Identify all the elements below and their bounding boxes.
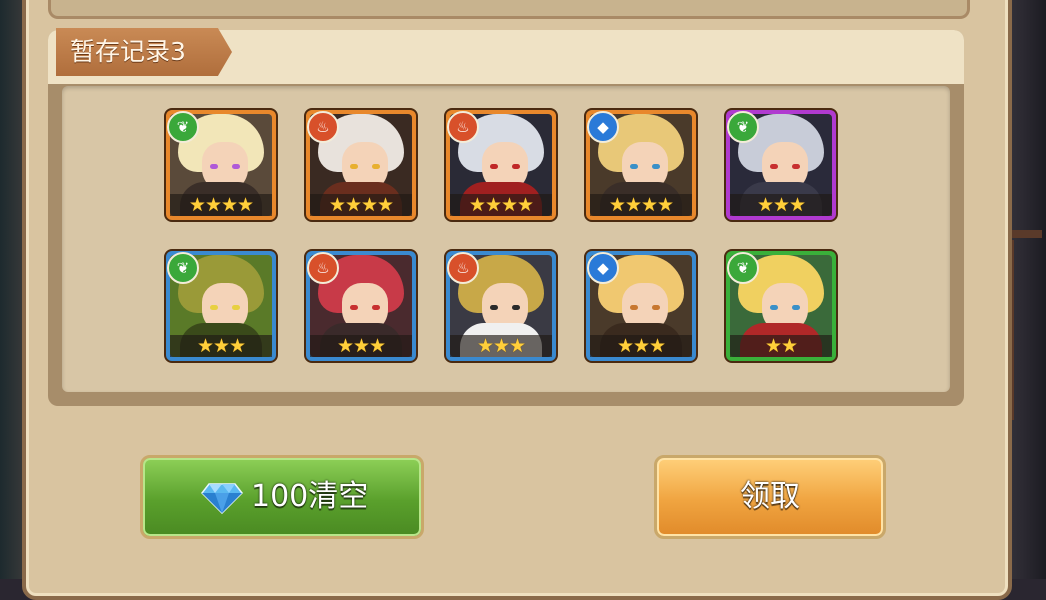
hero-star-rating: ★★★ xyxy=(590,335,692,357)
leaf-icon: ❦ xyxy=(727,252,759,284)
hero-card[interactable]: ♨ ★★★★ xyxy=(444,108,558,222)
hero-star-rating: ★★★★ xyxy=(170,194,272,216)
hero-card[interactable]: ◆ ★★★★ xyxy=(584,108,698,222)
hero-card[interactable]: ❦ ★★★ xyxy=(164,249,278,363)
claim-button-label: 领取 xyxy=(740,479,800,514)
hero-star-rating: ★★★★ xyxy=(450,194,552,216)
claim-button[interactable]: 领取 xyxy=(654,455,886,539)
hero-star-rating: ★★★ xyxy=(450,335,552,357)
hero-star-rating: ★★★★ xyxy=(310,194,412,216)
hero-card[interactable]: ❦ ★★ xyxy=(724,249,838,363)
hero-star-rating: ★★★ xyxy=(310,335,412,357)
leaf-icon: ❦ xyxy=(167,111,199,143)
water-drop-icon: ◆ xyxy=(587,111,619,143)
record-tag-label: 暂存记录3 xyxy=(70,37,186,66)
clear-button[interactable]: 100清空 xyxy=(140,455,424,539)
hero-card[interactable]: ♨ ★★★★ xyxy=(304,108,418,222)
flame-icon: ♨ xyxy=(447,111,479,143)
flame-icon: ♨ xyxy=(307,252,339,284)
hero-grid: ❦ ★★★★ ♨ ★★★★ ♨ ★★★★ ◆ ★★★★ ❦ ★★★ ❦ ★★★ ♨ ★★★ ♨ ★★★ ◆ ★★★… xyxy=(62,86,950,392)
clear-button-label: 100清空 xyxy=(251,479,369,514)
hero-card[interactable]: ♨ ★★★ xyxy=(444,249,558,363)
hero-card[interactable]: ❦ ★★★★ xyxy=(164,108,278,222)
hero-card[interactable]: ❦ ★★★ xyxy=(724,108,838,222)
record-section: ❦ ★★★★ ♨ ★★★★ ♨ ★★★★ ◆ ★★★★ ❦ ★★★ ❦ ★★★ ♨ ★★★ ♨ ★★★ ◆ ★★★… xyxy=(48,30,964,406)
diamond-icon xyxy=(201,483,243,514)
hero-card[interactable]: ◆ ★★★ xyxy=(584,249,698,363)
flame-icon: ♨ xyxy=(447,252,479,284)
flame-icon: ♨ xyxy=(307,111,339,143)
hero-star-rating: ★★★★ xyxy=(590,194,692,216)
hero-star-rating: ★★★ xyxy=(170,335,272,357)
hero-star-rating: ★★★ xyxy=(730,194,832,216)
water-drop-icon: ◆ xyxy=(587,252,619,284)
hero-star-rating: ★★ xyxy=(730,335,832,357)
leaf-icon: ❦ xyxy=(167,252,199,284)
leaf-icon: ❦ xyxy=(727,111,759,143)
previous-record-section xyxy=(48,0,970,19)
hero-card[interactable]: ♨ ★★★ xyxy=(304,249,418,363)
